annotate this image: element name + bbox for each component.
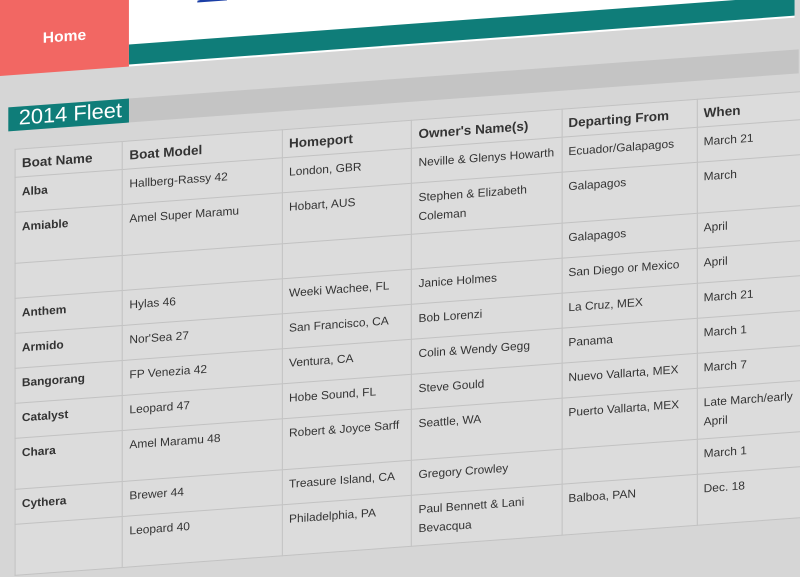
page-stage: Home Latitude 38 2014 Fleet Boat Name Bo…: [0, 0, 800, 576]
nav-home-button[interactable]: Home: [0, 0, 129, 76]
cell-when: Late March/early April: [696, 380, 800, 440]
cell-boat-name: [15, 516, 123, 576]
table-body: Alba Hallberg-Rassy 42 London, GBR Neville …: [15, 119, 800, 576]
cell-owners: Paul Bennett & Lani Bevacqua: [411, 484, 562, 547]
cell-boat-name: Amiable: [15, 204, 123, 264]
cell-boat-name: Chara: [15, 430, 123, 490]
cell-departing-from: Balboa, PAN: [561, 474, 697, 536]
section-title: 2014 Fleet: [8, 98, 129, 132]
cell-homeport: Philadelphia, PA: [282, 495, 412, 556]
cell-boat-model: Leopard 40: [122, 504, 283, 568]
fleet-table: Boat Name Boat Model Homeport Owner's Na…: [14, 90, 800, 576]
nav-home-label: Home: [42, 26, 87, 47]
cell-when: March: [696, 154, 800, 214]
cell-when: Dec. 18: [696, 466, 800, 526]
